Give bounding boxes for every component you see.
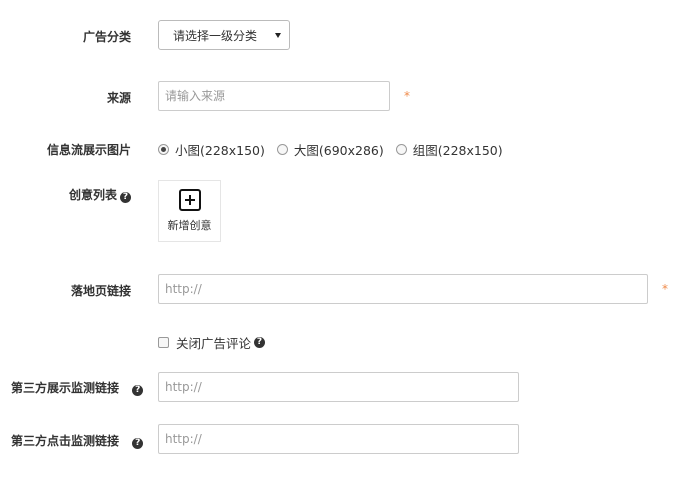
close-comments-checkbox[interactable]	[158, 337, 169, 348]
landing-page-label: 落地页链接	[70, 284, 131, 298]
click-tracking-label: 第三方点击监测链接 ?	[11, 432, 144, 449]
feed-image-radio-group: 小图(228x150) 大图(690x286) 组图(228x150)	[158, 140, 515, 159]
landing-page-input[interactable]	[158, 274, 648, 304]
category-select-value: 请选择一级分类	[173, 28, 258, 43]
impression-tracking-label-text: 第三方展示监测链接	[11, 381, 120, 395]
required-mark: *	[404, 89, 410, 103]
radio-option-group[interactable]: 组图(228x150)	[395, 140, 503, 159]
required-mark: *	[662, 282, 668, 296]
help-icon[interactable]: ?	[120, 192, 131, 203]
click-tracking-label-text: 第三方点击监测链接	[11, 434, 120, 448]
creative-list-label-text: 创意列表	[68, 188, 117, 202]
category-label: 广告分类	[82, 30, 131, 44]
category-select[interactable]: 请选择一级分类	[158, 20, 290, 50]
source-input[interactable]	[158, 81, 390, 111]
help-icon[interactable]: ?	[132, 438, 144, 449]
chevron-down-icon	[275, 32, 281, 38]
radio-label-small: 小图(228x150)	[175, 143, 265, 158]
impression-tracking-label: 第三方展示监测链接 ?	[11, 379, 144, 396]
radio-option-small[interactable]: 小图(228x150)	[158, 140, 265, 159]
feed-image-label: 信息流展示图片	[46, 143, 131, 157]
close-comments-label: 关闭广告评论	[176, 336, 252, 351]
radio-small[interactable]	[158, 144, 169, 155]
add-creative-label: 新增创意	[167, 219, 212, 232]
click-tracking-input[interactable]	[158, 424, 519, 454]
help-icon[interactable]: ?	[132, 385, 144, 396]
help-icon[interactable]: ?	[254, 337, 266, 348]
radio-option-large[interactable]: 大图(690x286)	[276, 140, 384, 159]
radio-label-group: 组图(228x150)	[412, 143, 503, 158]
impression-tracking-input[interactable]	[158, 372, 519, 402]
close-comments-row[interactable]: 关闭广告评论?	[158, 333, 266, 352]
source-label: 来源	[106, 91, 131, 105]
creative-list-label: 创意列表?	[0, 186, 131, 203]
radio-large[interactable]	[276, 144, 288, 155]
add-creative-button[interactable]: 新增创意	[158, 180, 221, 242]
radio-label-large: 大图(690x286)	[293, 143, 384, 158]
radio-group[interactable]	[395, 144, 407, 155]
plus-square-icon	[178, 189, 201, 211]
